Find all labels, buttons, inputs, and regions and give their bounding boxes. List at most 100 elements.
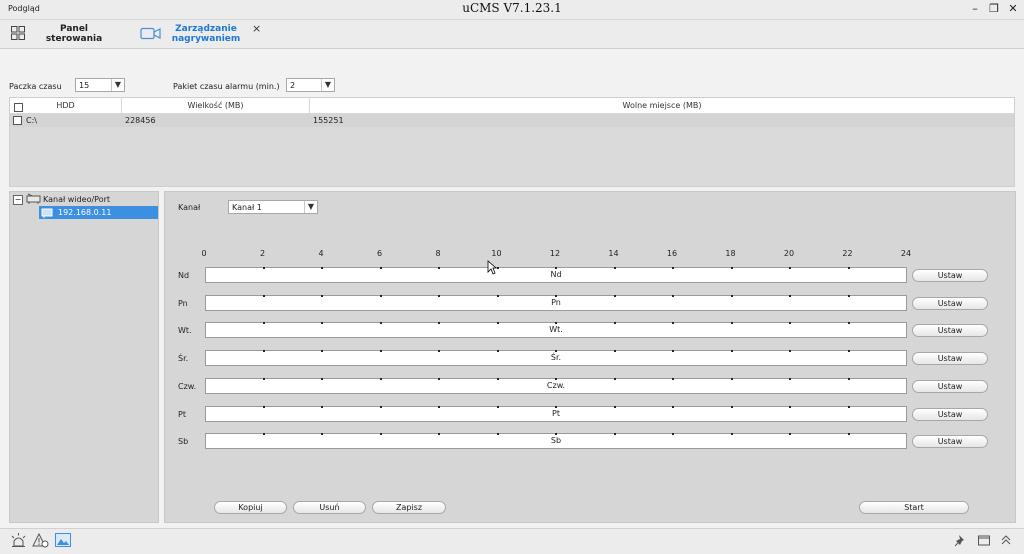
hour-tick (613, 350, 616, 353)
collapse-toggle[interactable]: − (13, 195, 23, 205)
restore-button[interactable]: ❐ (986, 1, 1002, 17)
set-button[interactable]: Ustaw (912, 407, 988, 421)
schedule-bar[interactable]: Sb (205, 433, 907, 450)
tab-bar: Panel sterowania Zarządzanie nagrywaniem… (0, 20, 1024, 49)
hour-tick (730, 294, 733, 297)
select-all-checkbox[interactable] (14, 103, 23, 112)
chevron-up-icon[interactable] (1000, 534, 1012, 546)
window-title: uCMS V7.1.23.1 (462, 1, 562, 15)
hour-tick (672, 267, 674, 269)
hour-tick (730, 377, 733, 380)
status-bar (0, 528, 1024, 554)
table-row[interactable]: C:\ 228456 155251 (10, 114, 1014, 127)
hour-tick (379, 350, 382, 353)
tab-control-panel-label: Panel sterowania (45, 24, 103, 44)
schedule-bar[interactable]: Wt. (205, 322, 907, 339)
schedule-bar[interactable]: Czw. (205, 377, 907, 394)
hour-tick (438, 267, 440, 269)
tree-root-label[interactable]: Kanał wideo/Port (43, 195, 110, 204)
hour-tick (496, 294, 499, 297)
camera-device-icon (41, 208, 53, 218)
chevron-down-icon: ▼ (111, 79, 124, 91)
hour-tick (379, 322, 382, 325)
set-button[interactable]: Ustaw (912, 324, 988, 338)
title-bar: Podgląd uCMS V7.1.23.1 – ❐ ✕ (0, 0, 1024, 20)
tab-recording-management[interactable]: Zarządzanie nagrywaniem × (130, 20, 270, 48)
hour-tick (262, 322, 265, 325)
set-button[interactable]: Ustaw (912, 379, 988, 393)
schedule-bar[interactable]: Śr. (205, 350, 907, 367)
set-button[interactable]: Ustaw (912, 269, 988, 282)
schedule-panel: Kanał Kanał 1 ▼ 0 2 4 6 8 10 12 14 16 18 20 22 24 Nd… (164, 191, 1016, 523)
set-button[interactable]: Ustaw (912, 435, 988, 449)
channel-value: Kanał 1 (232, 203, 262, 212)
hour-tick (438, 377, 440, 380)
hour-tick (672, 377, 674, 380)
hour-tick (789, 322, 791, 325)
schedule-bar[interactable]: Nd (205, 267, 907, 283)
hour-tick (613, 294, 616, 297)
channel-select[interactable]: Kanał 1 ▼ (228, 200, 318, 214)
hour-label: 24 (900, 249, 912, 258)
hour-tick (613, 322, 616, 325)
start-button[interactable]: Start (859, 501, 969, 514)
chevron-down-icon: ▼ (321, 79, 334, 91)
hour-label: 18 (725, 249, 736, 258)
hour-tick (555, 267, 557, 269)
copy-button[interactable]: Kopiuj (214, 501, 287, 514)
hour-tick (672, 322, 674, 325)
preview-menu[interactable]: Podgląd (8, 4, 40, 13)
hour-label: 20 (783, 249, 795, 258)
tree-item-selected[interactable]: 192.168.0.11 (39, 206, 158, 219)
set-button[interactable]: Ustaw (912, 296, 988, 310)
hour-tick (496, 433, 499, 436)
schedule-bar[interactable]: Pn (205, 294, 907, 311)
pin-icon[interactable] (955, 534, 967, 547)
hour-tick (321, 294, 323, 297)
tab-close-icon[interactable]: × (252, 22, 261, 35)
schedule-bar-label: Pt (552, 408, 560, 418)
hour-label: 22 (842, 249, 853, 258)
alarm-pack-value: 2 (290, 81, 296, 90)
day-label: Czw. (178, 381, 197, 391)
tab-control-panel[interactable]: Panel sterowania (0, 20, 120, 48)
day-label: Pn (178, 298, 188, 308)
hour-tick (496, 322, 499, 325)
size-cell: 228456 (125, 116, 156, 125)
hour-tick (438, 433, 440, 436)
row-checkbox[interactable] (13, 116, 22, 125)
hour-tick (555, 377, 557, 380)
chevron-down-icon: ▼ (304, 201, 317, 213)
hour-tick (262, 405, 265, 408)
alarm-light-icon[interactable] (11, 533, 26, 548)
pack-time-select[interactable]: 15 ▼ (75, 78, 125, 92)
hour-tick (847, 267, 850, 269)
grid-icon (11, 26, 25, 40)
hour-label: 14 (608, 249, 619, 258)
pack-time-label: Paczka czasu (9, 82, 62, 91)
hour-tick (730, 322, 733, 325)
hour-tick (672, 405, 674, 408)
hour-tick (847, 405, 850, 408)
day-label: Wt. (178, 326, 192, 336)
close-window-button[interactable]: ✕ (1005, 1, 1021, 17)
delete-button[interactable]: Usuń (293, 501, 366, 514)
image-icon[interactable] (55, 533, 71, 548)
window-icon[interactable] (978, 535, 990, 546)
set-button[interactable]: Ustaw (912, 352, 988, 366)
schedule-bar-label: Śr. (550, 353, 562, 363)
mouse-cursor-icon (487, 260, 497, 275)
hour-tick (438, 322, 440, 325)
warning-icon[interactable] (32, 533, 49, 548)
alarm-pack-select[interactable]: 2 ▼ (286, 78, 335, 92)
hour-tick (672, 350, 674, 353)
save-button[interactable]: Zapisz (372, 501, 446, 514)
hour-tick (847, 322, 850, 325)
hour-label: 8 (435, 249, 441, 258)
hour-tick (262, 267, 265, 269)
hour-tick (321, 433, 323, 436)
hour-tick (321, 267, 323, 269)
hour-tick (321, 350, 323, 353)
schedule-bar[interactable]: Pt (205, 405, 907, 422)
minimize-button[interactable]: – (967, 1, 983, 17)
